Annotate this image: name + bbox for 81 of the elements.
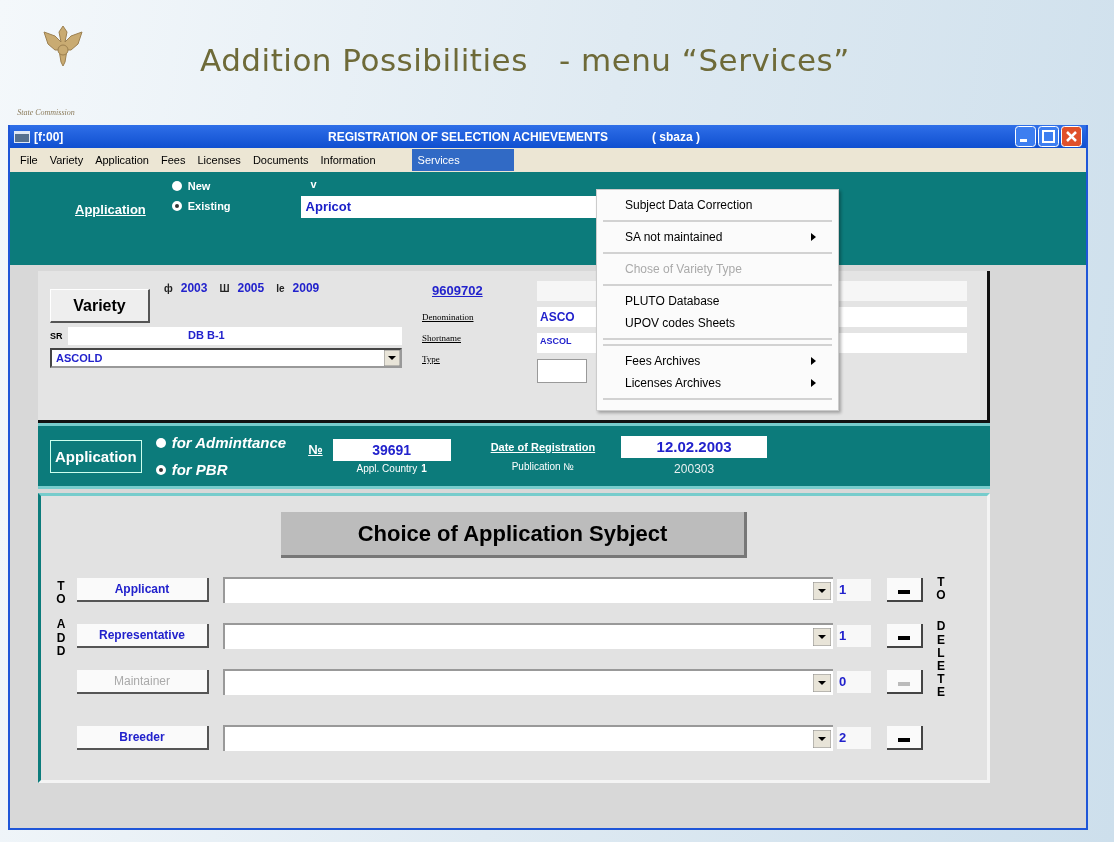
minus-icon (898, 738, 910, 742)
field-label: Denomination (422, 312, 475, 322)
vertical-label: TO (935, 576, 947, 603)
field-label: Type (422, 354, 441, 364)
date-label: Date of Registration (490, 440, 596, 453)
code-field: DB B-1 (68, 327, 402, 345)
count-field: 0 (837, 671, 871, 693)
dropdown-arrow-icon[interactable] (813, 674, 831, 692)
maximize-icon[interactable] (1038, 126, 1059, 147)
variety-number-link[interactable]: 9609702 (432, 283, 537, 298)
slide-title: Addition Possibilities - menu “Services” (200, 42, 850, 78)
close-icon[interactable] (1061, 126, 1082, 147)
country-label: Appl. Country (356, 462, 418, 474)
year-symbol: ф (164, 283, 173, 294)
menu-item[interactable]: Fees (155, 149, 192, 171)
window-icon (14, 130, 30, 143)
dropdown-arrow-icon[interactable] (813, 582, 831, 600)
subject-button[interactable]: Breeder (77, 726, 209, 750)
vertical-label: DELETE (935, 620, 947, 700)
year-value: 2009 (292, 281, 320, 295)
minimize-icon[interactable] (1015, 126, 1036, 147)
type-field[interactable] (537, 359, 587, 383)
menu-option[interactable]: Fees Archives (597, 350, 838, 372)
section-heading: Choice of Application Sybject (281, 512, 747, 558)
publication-label: Publication № (511, 460, 575, 472)
application-button[interactable]: Application (50, 439, 142, 473)
year-value: 2005 (237, 281, 265, 295)
menu-item[interactable]: Information (314, 149, 382, 171)
field-marker: v (310, 178, 318, 190)
subject-button[interactable]: Applicant (77, 578, 209, 602)
menu-item[interactable]: Application (89, 149, 155, 171)
code-label: SR (50, 331, 64, 341)
menu-item[interactable]: Services (411, 149, 514, 171)
variety-button[interactable]: Variety (50, 289, 150, 323)
count-field: 2 (837, 727, 871, 749)
window-title: REGISTRATION OF SELECTION ACHIEVEMENTS (328, 129, 608, 144)
date-field[interactable]: 12.02.2003 (621, 436, 768, 458)
radio-button[interactable] (155, 464, 166, 475)
menu-item[interactable]: Licenses (191, 149, 247, 171)
radio-label: for Adminttance (171, 434, 287, 451)
menu-option[interactable]: Licenses Archives (597, 372, 838, 394)
radio-button[interactable] (171, 201, 182, 211)
publication-value: 200303 (674, 462, 715, 476)
variety-select[interactable]: ASCOLD (50, 348, 402, 368)
vertical-label: ADD (55, 618, 67, 658)
menu-item[interactable]: File (14, 149, 44, 171)
menu-item[interactable]: Variety (43, 149, 90, 171)
count-field: 1 (837, 625, 871, 647)
year-value: 2003 (180, 281, 208, 295)
dropdown-arrow-icon[interactable] (813, 730, 831, 748)
radio-button[interactable] (171, 181, 182, 191)
subject-button[interactable]: Representative (77, 624, 209, 648)
country-value: 1 (421, 462, 427, 474)
year-symbol: Ш (219, 283, 230, 294)
minus-icon (898, 590, 910, 594)
submenu-arrow-icon (811, 357, 816, 365)
remove-button[interactable] (887, 578, 923, 602)
window-user: ( sbaza ) (652, 129, 701, 144)
dropdown-arrow-icon[interactable] (813, 628, 831, 646)
vertical-label: TO (55, 580, 67, 607)
minus-icon (898, 636, 910, 640)
submenu-arrow-icon (811, 379, 816, 387)
year-symbol: le (276, 283, 285, 294)
menu-item[interactable]: Documents (246, 149, 315, 171)
number-label: № (308, 441, 323, 457)
remove-button[interactable] (887, 726, 923, 750)
number-field[interactable]: 39691 (332, 438, 451, 461)
radio-button[interactable] (155, 437, 166, 448)
window-code: [f:00] (34, 129, 65, 144)
remove-button[interactable] (887, 624, 923, 648)
menu-option[interactable]: SA not maintained (597, 226, 838, 248)
minus-icon (898, 682, 910, 686)
field-label: Shortname (422, 333, 462, 343)
dropdown-arrow-icon[interactable] (384, 350, 400, 366)
count-field: 1 (837, 579, 871, 601)
application-link[interactable]: Application (75, 202, 146, 265)
radio-label: Existing (187, 200, 231, 212)
submenu-arrow-icon (811, 233, 816, 241)
radio-label: New (187, 180, 211, 192)
radio-label: for PBR (171, 461, 228, 478)
logo-caption: State Commission (17, 108, 75, 117)
